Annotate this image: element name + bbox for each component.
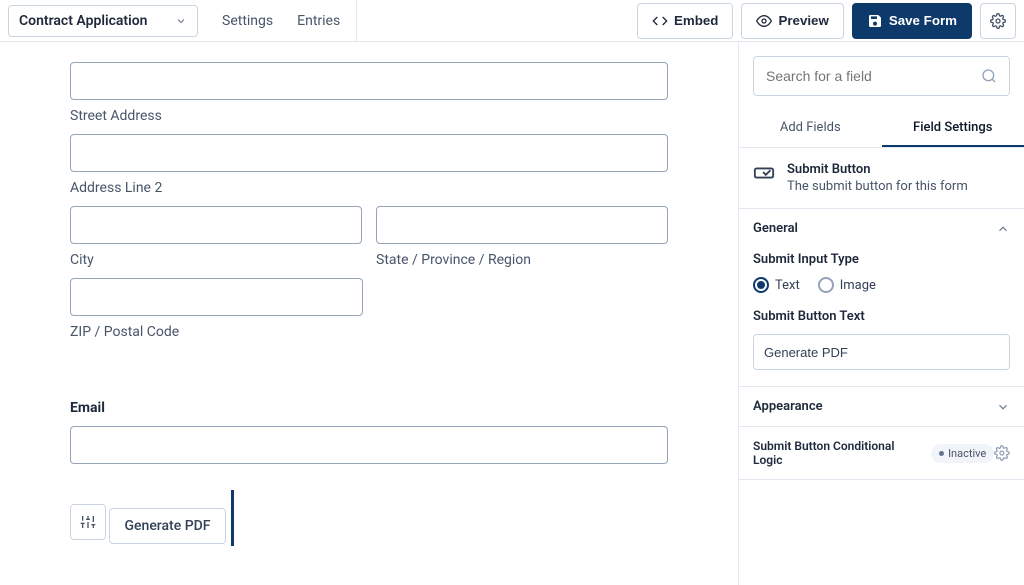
sidebar-tabs: Add Fields Field Settings [739,110,1024,148]
submit-type-label: Submit Input Type [753,252,1010,267]
form-canvas[interactable]: Street Address Address Line 2 City State… [0,42,739,585]
logic-badge: Inactive [931,444,994,463]
logic-label: Submit Button Conditional Logic [753,439,923,467]
email-heading: Email [70,400,668,416]
logic-badge-text: Inactive [948,447,986,460]
zip-input[interactable] [70,278,363,316]
gear-icon[interactable] [994,445,1010,461]
radio-circle [818,277,834,293]
selection-caret [231,490,234,546]
form-selector-label: Contract Application [19,13,148,29]
settings-button[interactable] [980,3,1016,39]
street-address-input[interactable] [70,62,668,100]
address-line-2-input[interactable] [70,134,668,172]
embed-label: Embed [674,13,718,28]
sliders-icon [80,514,96,530]
email-input[interactable] [70,426,668,464]
submit-button-label: Generate PDF [124,518,210,534]
form-selector[interactable]: Contract Application [8,5,198,37]
panel-general: General Submit Input Type Text Image [739,209,1024,387]
panel-appearance-label: Appearance [753,399,823,414]
nav-settings[interactable]: Settings [222,13,273,29]
save-icon [867,13,883,29]
submit-text-input[interactable] [753,334,1010,370]
submit-button[interactable]: Generate PDF [109,508,225,544]
preview-label: Preview [778,13,828,28]
chevron-down-icon [996,400,1010,414]
tab-field-settings[interactable]: Field Settings [882,110,1024,147]
panel-general-label: General [753,221,798,236]
field-options-button[interactable] [70,504,106,540]
radio-circle-selected [753,277,769,293]
button-icon [753,162,775,184]
state-label: State / Province / Region [376,252,668,268]
city-label: City [70,252,362,268]
panel-appearance: Appearance [739,387,1024,427]
save-form-button[interactable]: Save Form [852,3,972,39]
radio-image[interactable]: Image [818,277,876,293]
radio-text[interactable]: Text [753,277,800,293]
nav-group: Settings Entries [206,0,357,42]
logic-row: Submit Button Conditional Logic Inactive [739,427,1024,480]
panel-appearance-head[interactable]: Appearance [739,387,1024,426]
badge-dot [939,451,944,456]
search-icon [981,68,997,84]
topbar: Contract Application Settings Entries Em… [0,0,1024,42]
search-field-box[interactable] [753,56,1010,96]
radio-image-label: Image [840,278,876,293]
save-label: Save Form [889,13,957,28]
search-input[interactable] [766,68,981,84]
state-input[interactable] [376,206,668,244]
field-desc: The submit button for this form [787,179,968,194]
chevron-up-icon [996,222,1010,236]
radio-text-label: Text [775,278,800,293]
nav-entries[interactable]: Entries [297,13,340,29]
preview-button[interactable]: Preview [741,3,843,39]
embed-button[interactable]: Embed [637,3,733,39]
chevron-down-icon [175,15,187,27]
tab-add-fields[interactable]: Add Fields [739,110,882,147]
eye-icon [756,13,772,29]
submit-text-label: Submit Button Text [753,309,1010,324]
zip-label: ZIP / Postal Code [70,324,363,340]
field-header: Submit Button The submit button for this… [739,148,1024,209]
panel-general-head[interactable]: General [739,209,1024,248]
field-title: Submit Button [787,162,968,177]
address-line-2-label: Address Line 2 [70,180,668,196]
street-address-label: Street Address [70,108,668,124]
sidebar: Add Fields Field Settings Submit Button … [739,42,1024,585]
gear-icon [990,13,1006,29]
code-icon [652,13,668,29]
city-input[interactable] [70,206,362,244]
